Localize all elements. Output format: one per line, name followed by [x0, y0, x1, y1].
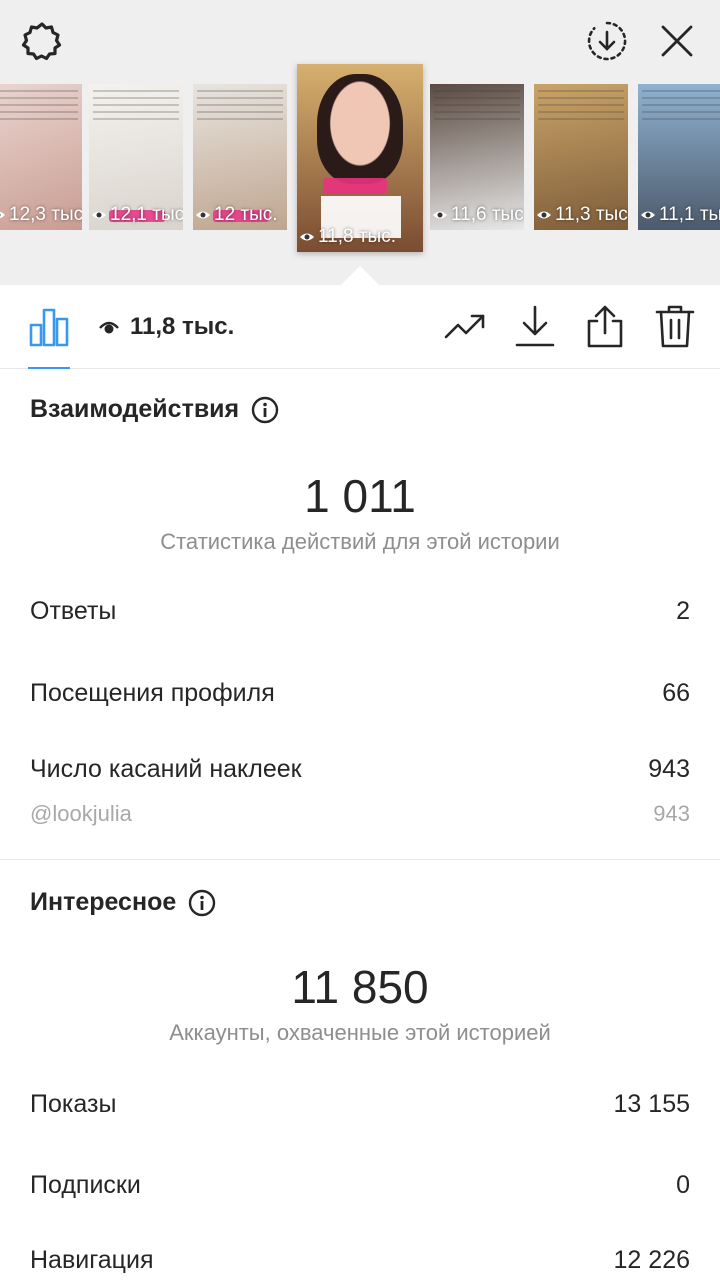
story-thumbnail[interactable]: 11,3 тыс.	[534, 84, 628, 230]
trash-icon[interactable]	[654, 303, 696, 349]
info-icon[interactable]	[251, 396, 279, 424]
story-thumbnail[interactable]: 12,1 тыс.	[89, 84, 183, 230]
thumbnail-views: 12,1 тыс.	[91, 204, 183, 226]
stat-row-follows: Подписки 0	[30, 1171, 690, 1199]
thumbnail-views: 11,3 тыс.	[536, 204, 628, 226]
thumbnail-views: 11,6 тыс.	[432, 204, 524, 226]
bar-chart-icon[interactable]	[28, 305, 70, 347]
download-circle-icon[interactable]	[586, 20, 628, 62]
info-icon[interactable]	[188, 889, 216, 917]
eye-icon	[433, 211, 447, 219]
eye-icon	[99, 321, 119, 334]
story-views-count: 11,8 тыс.	[130, 313, 235, 340]
story-archive-header: 12,3 тыс. 12,1 тыс. 12 тыс. 11,8 тыс. 11…	[0, 0, 720, 286]
thumbnail-views: 11,8 тыс.	[299, 226, 396, 248]
selection-pointer	[340, 266, 380, 286]
close-icon[interactable]	[656, 20, 698, 62]
share-icon[interactable]	[584, 303, 626, 349]
story-actions	[444, 303, 696, 349]
eye-icon	[0, 211, 5, 219]
header-actions	[586, 20, 698, 62]
eye-icon	[196, 211, 210, 219]
story-toolbar: 11,8 тыс.	[0, 285, 720, 369]
download-icon[interactable]	[514, 303, 556, 349]
eye-icon	[641, 211, 655, 219]
stat-row-sticker-taps: Число касаний наклеек 943	[30, 755, 690, 783]
interactions-section: Взаимодействия 1 011 Статистика действий…	[0, 369, 720, 859]
thumbnail-views: 12 тыс.	[195, 204, 278, 226]
story-thumbnail-selected[interactable]: 11,8 тыс.	[297, 64, 423, 252]
story-thumbnail-strip[interactable]: 12,3 тыс. 12,1 тыс. 12 тыс. 11,8 тыс. 11…	[0, 64, 720, 252]
eye-icon	[300, 233, 314, 241]
thumbnail-views: 11,1 тыс.	[640, 204, 720, 226]
section-title: Взаимодействия	[30, 395, 279, 424]
thumbnail-views: 12,3 тыс.	[0, 204, 82, 226]
stat-row-impressions: Показы 13 155	[30, 1090, 690, 1118]
settings-gear-icon[interactable]	[20, 20, 64, 64]
story-thumbnail[interactable]: 12 тыс.	[193, 84, 287, 230]
stat-row-sticker-handle: @lookjulia 943	[30, 801, 690, 826]
story-thumbnail[interactable]: 12,3 тыс.	[0, 84, 82, 230]
stat-row-replies: Ответы 2	[30, 597, 690, 625]
eye-icon	[537, 211, 551, 219]
discovery-total: 11 850	[291, 961, 429, 1013]
discovery-subtitle: Аккаунты, охваченные этой историей	[169, 1020, 551, 1045]
story-views: 11,8 тыс.	[98, 313, 234, 341]
stat-row-profile-visits: Посещения профиля 66	[30, 679, 690, 707]
story-thumbnail[interactable]: 11,6 тыс.	[430, 84, 524, 230]
interactions-total: 1 011	[304, 470, 416, 522]
trend-icon[interactable]	[444, 303, 486, 349]
interactions-subtitle: Статистика действий для этой истории	[160, 529, 560, 554]
discovery-section: Интересное 11 850 Аккаунты, охваченные э…	[0, 860, 720, 1280]
section-title: Интересное	[30, 888, 216, 917]
story-thumbnail[interactable]: 11,1 тыс.	[638, 84, 720, 230]
eye-icon	[92, 211, 106, 219]
stat-row-navigation: Навигация 12 226	[30, 1246, 690, 1274]
